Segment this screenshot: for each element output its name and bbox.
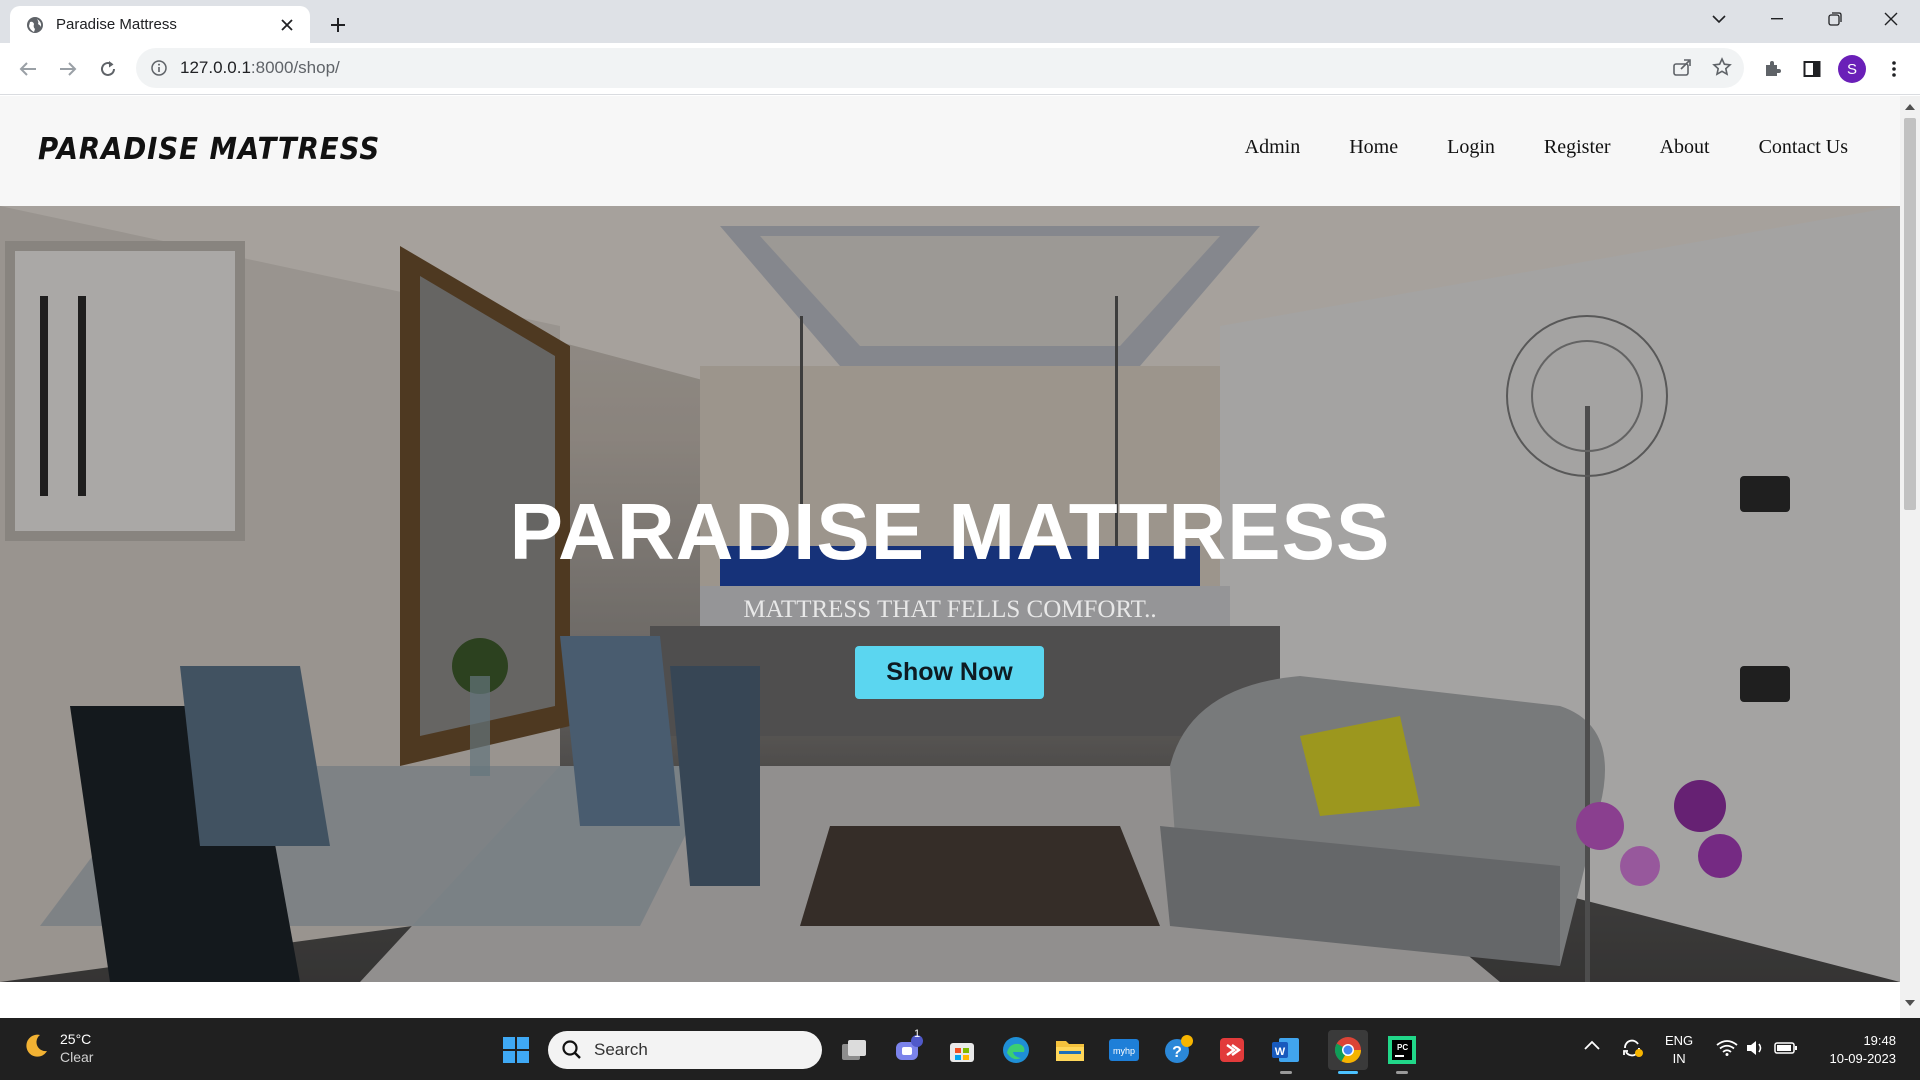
site-info-icon[interactable] (150, 59, 168, 77)
page-scrollbar[interactable] (1900, 96, 1920, 1018)
system-clock[interactable]: 19:48 10-09-2023 (1816, 1032, 1897, 1068)
extensions-puzzle-icon[interactable] (1756, 53, 1788, 85)
url-text: 127.0.0.1:8000/shop/ (180, 58, 340, 78)
volume-icon[interactable] (1746, 1040, 1766, 1056)
scroll-down-arrow-icon[interactable] (1905, 998, 1915, 1008)
weather-condition: Clear (60, 1049, 94, 1065)
search-icon (562, 1040, 581, 1059)
scrollbar-thumb[interactable] (1904, 118, 1916, 510)
windows-taskbar: 25°C Clear Search 1 myhp ? W PC ENG IN 1… (0, 1018, 1920, 1080)
tab-strip: Paradise Mattress (0, 0, 1920, 43)
browser-tab[interactable]: Paradise Mattress (10, 6, 310, 43)
weather-widget[interactable]: 25°C Clear (22, 1030, 93, 1066)
address-bar[interactable]: 127.0.0.1:8000/shop/ (136, 48, 1744, 88)
hero-banner: PARADISE MATTRESS MATTRESS THAT FELLS CO… (0, 206, 1900, 982)
show-hidden-icons-chevron-icon[interactable] (1584, 1040, 1600, 1050)
url-host: 127.0.0.1 (180, 58, 251, 77)
nav-link-admin[interactable]: Admin (1245, 136, 1301, 159)
hero-dark-overlay (0, 206, 1900, 982)
nav-links: Admin Home Login Register About Contact … (1245, 136, 1848, 159)
svg-text:W: W (1275, 1046, 1286, 1058)
hero-title: PARADISE MATTRESS (509, 487, 1391, 576)
task-view-icon[interactable] (834, 1030, 874, 1070)
close-tab-icon[interactable] (276, 14, 298, 36)
side-panel-icon[interactable] (1796, 53, 1828, 85)
svg-text:myhp: myhp (1113, 1046, 1135, 1056)
myhp-icon[interactable]: myhp (1104, 1030, 1144, 1070)
show-now-button[interactable]: Show Now (855, 646, 1044, 699)
nav-link-home[interactable]: Home (1349, 136, 1398, 159)
remote-app-icon[interactable] (1212, 1030, 1252, 1070)
bookmark-star-icon[interactable] (1704, 49, 1740, 85)
hero-subtitle: MATTRESS THAT FELLS COMFORT.. (743, 596, 1157, 623)
moon-icon (22, 1032, 50, 1065)
svg-text:?: ? (1172, 1044, 1182, 1061)
site-brand[interactable]: PARADISE MATTRESS (38, 132, 380, 167)
share-icon[interactable] (1664, 49, 1700, 85)
nav-link-register[interactable]: Register (1544, 136, 1611, 159)
browser-toolbar: 127.0.0.1:8000/shop/ S (0, 43, 1920, 95)
taskbar-search[interactable]: Search (548, 1031, 822, 1069)
tab-title: Paradise Mattress (56, 16, 177, 33)
clock-date: 10-09-2023 (1829, 1051, 1897, 1066)
new-tab-button[interactable] (322, 9, 354, 41)
profile-avatar[interactable]: S (1838, 55, 1866, 83)
running-indicator (1280, 1071, 1292, 1074)
running-indicator (1396, 1071, 1408, 1074)
scroll-up-arrow-icon[interactable] (1905, 102, 1915, 112)
tab-search-chevron-icon[interactable] (1690, 0, 1748, 38)
word-icon[interactable]: W (1266, 1030, 1306, 1074)
restore-button[interactable] (1806, 0, 1864, 38)
microsoft-store-icon[interactable] (942, 1030, 982, 1070)
minimize-button[interactable] (1748, 0, 1806, 38)
input-language[interactable]: ENG IN (1665, 1032, 1693, 1068)
browser-menu-icon[interactable] (1878, 53, 1910, 85)
clock-time: 19:48 (1863, 1033, 1896, 1048)
forward-button[interactable] (52, 53, 84, 85)
pycharm-icon[interactable]: PC (1382, 1030, 1422, 1074)
svg-text:PC: PC (1397, 1043, 1408, 1052)
reload-button[interactable] (92, 53, 124, 85)
chrome-icon[interactable] (1328, 1030, 1368, 1074)
globe-icon (26, 16, 44, 34)
wifi-icon[interactable] (1716, 1040, 1738, 1056)
teams-chat-icon[interactable]: 1 (888, 1028, 928, 1070)
taskbar-search-placeholder: Search (594, 1040, 648, 1059)
nav-link-login[interactable]: Login (1447, 136, 1495, 159)
url-path: :8000/shop/ (250, 58, 340, 77)
battery-icon[interactable] (1774, 1042, 1798, 1054)
file-explorer-icon[interactable] (1050, 1030, 1090, 1070)
close-window-button[interactable] (1862, 0, 1920, 38)
sync-icon[interactable] (1620, 1036, 1644, 1060)
windows-start-icon[interactable] (496, 1030, 536, 1070)
active-indicator (1338, 1071, 1358, 1074)
teams-badge: 1 (914, 1028, 921, 1040)
weather-temperature: 25°C (60, 1031, 92, 1047)
language-code: ENG (1665, 1033, 1694, 1048)
region-code: IN (1672, 1051, 1686, 1066)
nav-link-about[interactable]: About (1660, 136, 1710, 159)
edge-browser-icon[interactable] (996, 1030, 1036, 1070)
site-navbar: PARADISE MATTRESS Admin Home Login Regis… (0, 96, 1900, 206)
page-viewport: PARADISE MATTRESS Admin Home Login Regis… (0, 96, 1920, 1018)
nav-link-contact-us[interactable]: Contact Us (1759, 136, 1848, 159)
get-help-icon[interactable]: ? (1158, 1030, 1198, 1070)
back-button[interactable] (12, 53, 44, 85)
